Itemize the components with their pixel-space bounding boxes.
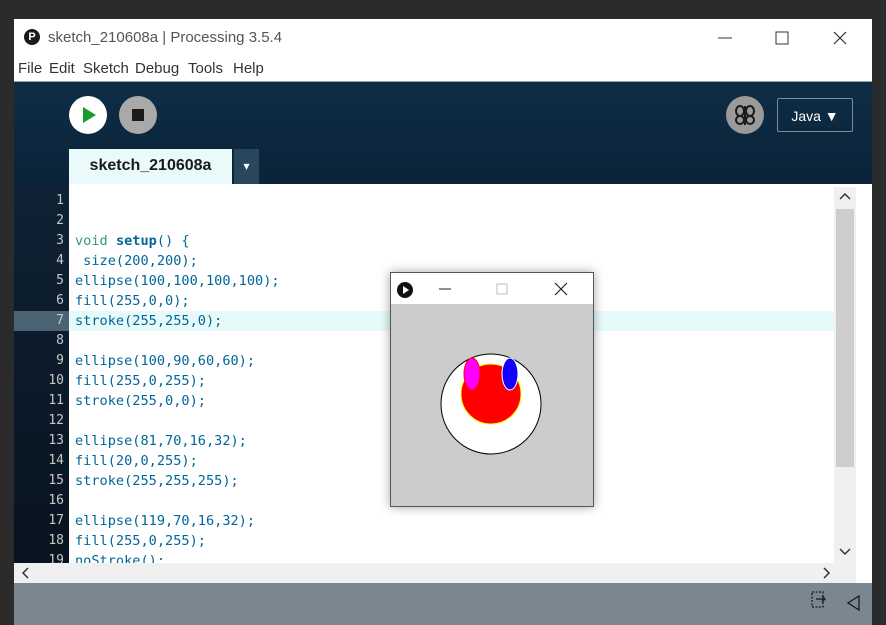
menu-sketch[interactable]: Sketch	[83, 60, 129, 77]
sketch-app-icon	[397, 282, 413, 298]
code-line-text: ellipse(81,70,16,32);	[75, 433, 247, 449]
debugger-button[interactable]	[726, 96, 764, 134]
code-line-text: stroke(255,255,255);	[75, 473, 239, 489]
left-magenta-eye	[463, 357, 481, 391]
sketch-minimize-icon[interactable]	[434, 278, 456, 300]
toolbar: Java ▼ sketch_210608a ▾	[14, 82, 872, 184]
scroll-down-icon[interactable]	[834, 543, 856, 561]
code-line[interactable]: size(200,200);	[69, 251, 856, 271]
sketch-output-window[interactable]	[390, 272, 594, 507]
maximize-icon[interactable]	[767, 23, 797, 53]
console-status-bar	[14, 583, 872, 625]
line-number: 17	[48, 513, 64, 528]
run-button[interactable]	[69, 96, 107, 134]
line-number: 13	[48, 433, 64, 448]
menu-file[interactable]: File	[18, 60, 42, 77]
title-bar: P sketch_210608a | Processing 3.5.4	[14, 19, 872, 57]
code-line-text: void setup() {	[75, 233, 190, 249]
code-line-text: stroke(255,255,0);	[75, 313, 223, 329]
scroll-up-icon[interactable]	[834, 187, 856, 205]
code-line-text: ellipse(100,90,60,60);	[75, 353, 256, 369]
code-line-text: ellipse(119,70,16,32);	[75, 513, 256, 529]
butterfly-icon	[735, 105, 755, 125]
vertical-scrollbar[interactable]	[834, 187, 856, 563]
stop-button[interactable]	[119, 96, 157, 134]
line-number: 9	[56, 353, 64, 368]
line-number: 6	[56, 293, 64, 308]
code-line[interactable]: noStroke();	[69, 551, 856, 563]
minimize-icon[interactable]	[710, 23, 740, 53]
code-line-text: fill(255,0,0);	[75, 293, 190, 309]
tab-menu-arrow[interactable]: ▾	[234, 149, 259, 184]
menu-tools[interactable]: Tools	[188, 60, 223, 77]
line-number: 7	[14, 311, 69, 331]
line-number: 14	[48, 453, 64, 468]
vertical-scroll-thumb[interactable]	[836, 209, 854, 467]
scroll-right-icon[interactable]	[816, 563, 836, 583]
code-line-text: size(200,200);	[75, 253, 198, 269]
code-line-text: fill(20,0,255);	[75, 453, 198, 469]
sketch-canvas[interactable]	[391, 304, 591, 504]
line-number-gutter: 1 2 3 4 5 6 7 8 9 10 11 12 13 14 15 16 17 18 19	[14, 184, 69, 568]
code-line-text: fill(255,0,255);	[75, 373, 206, 389]
code-line[interactable]	[69, 191, 856, 211]
line-number: 4	[56, 253, 64, 268]
line-number: 18	[48, 533, 64, 548]
sketch-close-icon[interactable]	[550, 278, 572, 300]
window-title: sketch_210608a | Processing 3.5.4	[48, 29, 283, 46]
code-line[interactable]: fill(255,0,255);	[69, 531, 856, 551]
horizontal-scrollbar[interactable]	[14, 563, 856, 583]
line-number: 10	[48, 373, 64, 388]
stop-icon	[132, 109, 144, 121]
code-line[interactable]: void setup() {	[69, 231, 856, 251]
line-number: 16	[48, 493, 64, 508]
line-number: 12	[48, 413, 64, 428]
collapse-console-icon[interactable]	[844, 593, 864, 613]
processing-logo-icon: P	[24, 29, 40, 45]
code-line-text: ellipse(100,100,100,100);	[75, 273, 280, 289]
menu-help[interactable]: Help	[233, 60, 264, 77]
line-number: 1	[56, 193, 64, 208]
line-number: 3	[56, 233, 64, 248]
line-number: 11	[48, 393, 64, 408]
menu-bar: File Edit Sketch Debug Tools Help	[14, 57, 872, 82]
code-line-text: fill(255,0,255);	[75, 533, 206, 549]
sketch-maximize-icon[interactable]	[491, 278, 513, 300]
play-icon	[83, 107, 96, 123]
mode-selector[interactable]: Java ▼	[777, 98, 853, 132]
line-number: 15	[48, 473, 64, 488]
scroll-left-icon[interactable]	[16, 563, 36, 583]
code-line[interactable]	[69, 211, 856, 231]
code-line-text: noStroke();	[75, 553, 166, 563]
menu-edit[interactable]: Edit	[49, 60, 75, 77]
close-icon[interactable]	[825, 23, 855, 53]
code-line-text: stroke(255,0,0);	[75, 393, 206, 409]
sketch-title-bar	[391, 273, 593, 304]
line-number: 2	[56, 213, 64, 228]
menu-debug[interactable]: Debug	[135, 60, 179, 77]
code-line[interactable]: ellipse(119,70,16,32);	[69, 511, 856, 531]
console-toggle-icon[interactable]	[809, 590, 829, 610]
line-number: 8	[56, 333, 64, 348]
right-blue-eye	[501, 357, 519, 391]
tab-sketch[interactable]: sketch_210608a	[69, 149, 232, 184]
line-number: 5	[56, 273, 64, 288]
